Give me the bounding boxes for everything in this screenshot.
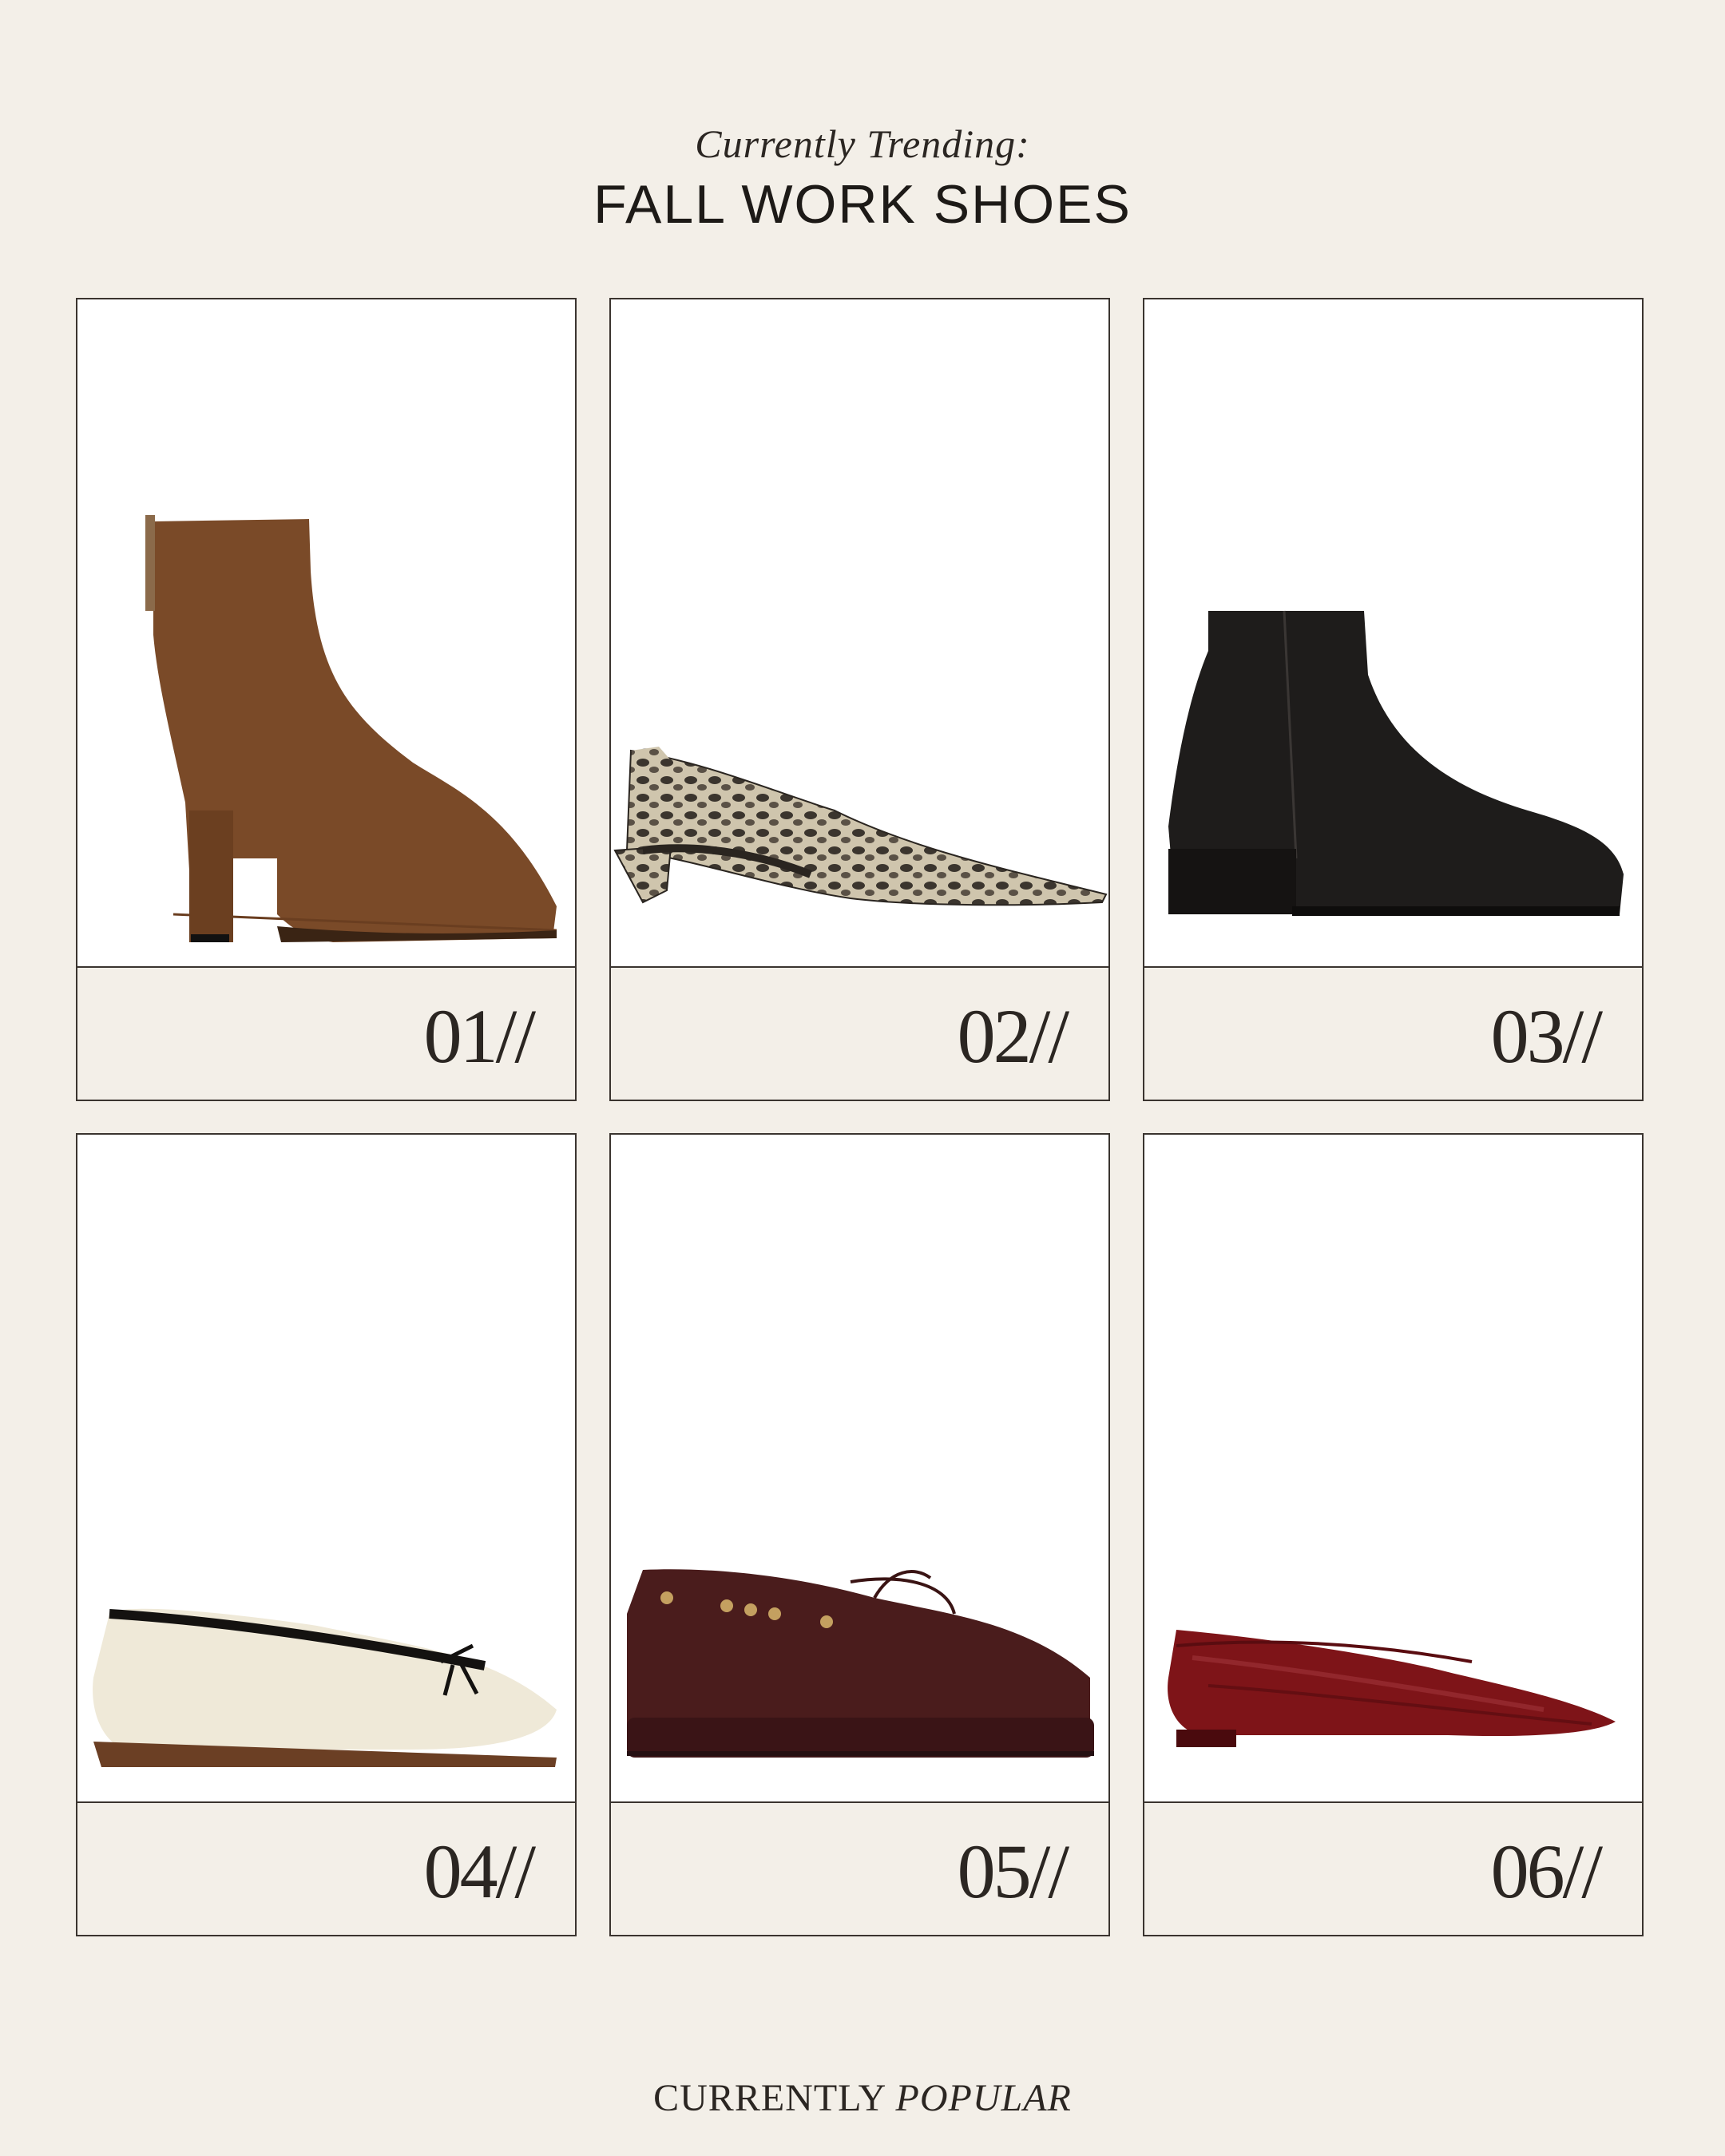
product-card-05[interactable]: 05//: [609, 1133, 1110, 1936]
product-card-02[interactable]: 02//: [609, 298, 1110, 1101]
item-number-01: 01//: [423, 993, 536, 1079]
suede-ankle-boot-icon: [145, 515, 557, 942]
product-photo-06[interactable]: [1144, 1135, 1642, 1803]
cream-ballet-flat-icon: [93, 1608, 557, 1767]
header: Currently Trending: FALL WORK SHOES: [0, 120, 1725, 236]
red-patent-flat-icon: [1168, 1630, 1616, 1747]
kicker-text: Currently Trending:: [695, 121, 1030, 166]
item-number-04: 04//: [423, 1829, 536, 1914]
brand-footer: CURRENTLY POPULAR: [0, 2075, 1725, 2122]
page-title: FALL WORK SHOES: [593, 174, 1132, 235]
product-photo-03[interactable]: [1144, 299, 1642, 968]
brand-name-part-b: POPULAR: [895, 2077, 1072, 2119]
burgundy-boat-shoe-icon: [627, 1569, 1094, 1758]
brand-name-part-a: CURRENTLY: [653, 2077, 886, 2119]
product-card-04[interactable]: 04//: [76, 1133, 577, 1936]
snakeskin-slingback-icon: [613, 747, 1108, 906]
product-photo-02[interactable]: [611, 299, 1108, 968]
product-card-06[interactable]: 06//: [1143, 1133, 1644, 1936]
product-photo-01[interactable]: [77, 299, 575, 968]
product-card-01[interactable]: 01//: [76, 298, 577, 1101]
item-number-03: 03//: [1490, 993, 1603, 1079]
item-number-05: 05//: [957, 1829, 1069, 1914]
product-card-03[interactable]: 03//: [1143, 298, 1644, 1101]
item-number-06: 06//: [1490, 1829, 1603, 1914]
product-photo-05[interactable]: [611, 1135, 1108, 1803]
item-number-02: 02//: [957, 993, 1069, 1079]
black-leather-boot-icon: [1168, 610, 1624, 916]
product-photo-04[interactable]: [77, 1135, 575, 1803]
